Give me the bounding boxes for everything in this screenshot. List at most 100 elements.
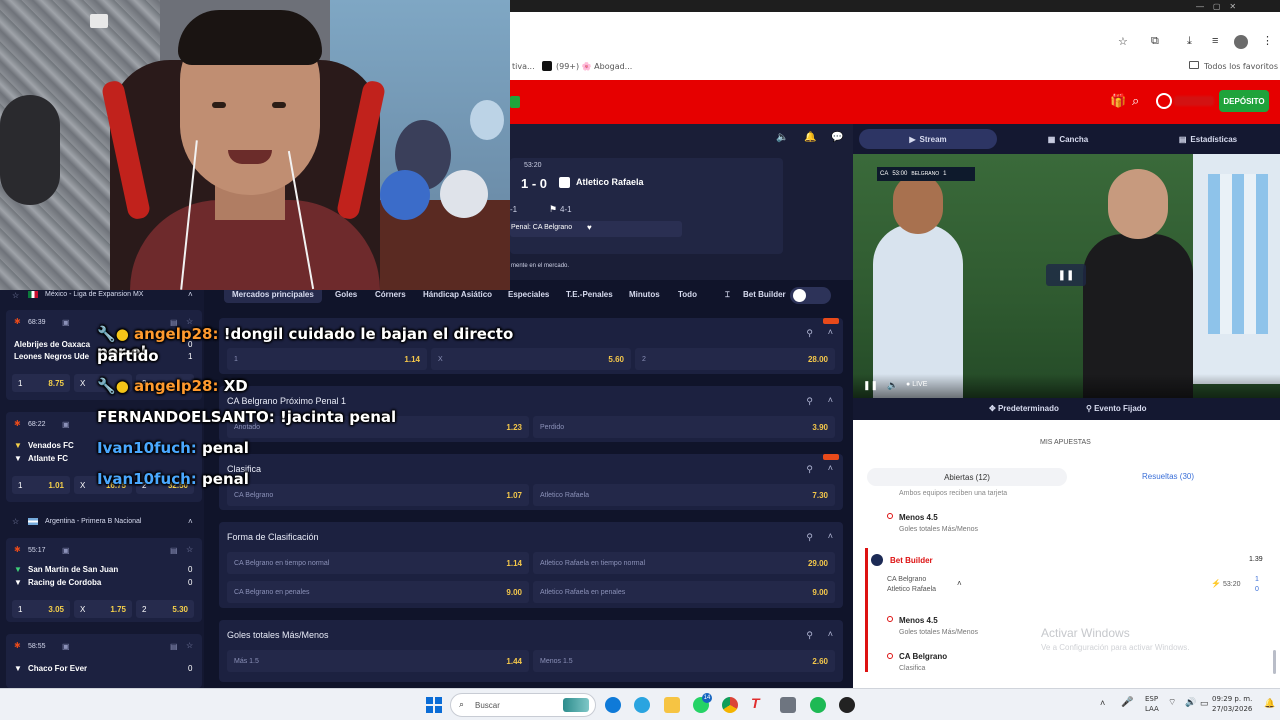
tab-estadisticas[interactable]: ▤ Estadísticas [1143,129,1273,149]
odds-button[interactable]: CA Belgrano en tiempo normal 1.14 [227,552,529,574]
chevron-up-icon[interactable]: ˄ [957,579,962,588]
pin-icon[interactable]: ⚲ [806,464,813,475]
deposit-button[interactable]: DEPÓSITO [1219,90,1269,112]
pin-icon[interactable]: ⚲ [806,532,813,543]
activate-windows-watermark: Activar Windows [1041,626,1130,640]
language-2[interactable]: LAA [1145,705,1159,713]
more-menu-icon[interactable]: ⋮ [1262,34,1273,47]
search-icon[interactable]: ⌕ [1132,93,1139,109]
match-card[interactable]: ✱ 55:17 ▣ ▤ ☆ ▼ San Martin de San Juan ▼… [6,538,202,622]
tab-goles[interactable]: Goles [335,290,357,299]
stats-icon[interactable]: ▤ [170,546,178,555]
chevron-up-icon[interactable]: ˄ [188,517,193,526]
spotify-icon[interactable] [810,697,826,713]
typora-icon[interactable]: T [751,695,760,711]
market-title: Goles totales Más/Menos [227,630,329,640]
referee-head [1108,169,1168,239]
odds-button[interactable]: 2 5.30 [136,600,194,618]
odds-button[interactable]: 1 8.75 [12,374,70,392]
sound-icon[interactable]: 🔈 [776,132,788,143]
download-icon[interactable]: ⤓ [1187,35,1192,48]
bell-icon[interactable]: 🔔 [804,132,816,143]
star-icon[interactable]: ☆ [186,641,193,650]
match-card[interactable]: ✱ 58:55 ▣ ▤ ☆ ▼ Chaco For Ever 0 [6,634,202,688]
windows-start-icon[interactable] [426,697,442,713]
live-video[interactable]: CA 53:00 BELGRANO 1 ❚❚ ❚❚ 🔈 ● LIVE [853,154,1280,398]
chevron-up-icon[interactable]: ˄ [828,463,833,473]
odds-button[interactable]: CA Belgrano en penales 9.00 [227,581,529,603]
scrollbar[interactable] [1273,650,1276,674]
chrome-icon[interactable] [722,697,738,713]
file-explorer-icon[interactable] [664,697,680,713]
reading-list-icon[interactable]: ≡ [1212,35,1218,47]
pin-icon[interactable]: ⚲ [806,396,813,407]
chevron-up-icon[interactable]: ˄ [188,290,193,299]
obs-icon[interactable] [839,697,855,713]
edge-icon[interactable] [605,697,621,713]
odds-button[interactable]: Atletico Rafaela 7.30 [533,484,835,506]
clock-date[interactable]: 27/03/2026 [1212,705,1252,713]
eye [272,102,286,108]
wifi-icon[interactable]: ⌔ [1168,697,1176,708]
extensions-icon[interactable]: ⧉ [1151,35,1159,48]
odds-button[interactable]: Más 1.5 1.44 [227,650,529,672]
tab-cancha[interactable]: ▦ Cancha [1003,129,1133,149]
odds-button[interactable]: Atletico Rafaela en tiempo normal 29.00 [533,552,835,574]
pin-icon[interactable]: ⚲ [806,630,813,641]
pin-icon[interactable]: ⚲ [806,328,813,339]
odds-button[interactable]: X 1.75 [74,600,132,618]
tab-corners[interactable]: Córners [375,290,406,299]
odds-button[interactable]: 2 28.00 [635,348,835,370]
chevron-up-icon[interactable]: ˄ [828,327,833,337]
predeterminado-button[interactable]: ✥ Predeterminado [989,404,1059,413]
bookmark-truncated[interactable]: tiva... [512,62,535,71]
stats-icon[interactable]: ▤ [170,642,178,651]
window-controls[interactable]: — ▢ ✕ [1196,2,1236,11]
tab-minutos[interactable]: Minutos [629,290,660,299]
odds-button[interactable]: Menos 1.5 2.60 [533,650,835,672]
chevron-up-icon[interactable]: ˄ [828,629,833,639]
microphone-icon[interactable]: 🎤 [1121,697,1133,708]
star-icon[interactable]: ☆ [12,291,19,300]
all-favorites-link[interactable]: Todos los favoritos [1204,62,1278,71]
bookmark-item[interactable]: (99+) 🌸 Abogad... [556,62,632,71]
chevron-up-icon[interactable]: ˄ [828,395,833,405]
tab-resolved-bets[interactable]: Resueltas (30) [1093,472,1243,481]
battery-icon[interactable]: ▭ [1200,698,1209,709]
chevron-up-icon[interactable]: ˄ [828,531,833,541]
chat-icon[interactable]: 💬 [831,132,843,143]
odds-button[interactable]: 1 1.01 [12,476,70,494]
odds-button[interactable]: Perdido 3.90 [533,416,835,438]
telegram-icon[interactable] [634,697,650,713]
webcam-feed [0,0,510,290]
tab-handicap[interactable]: Hándicap Asiático [423,290,492,299]
clock-time[interactable]: 09:29 p. m. [1212,695,1252,703]
bet-builder-toggle[interactable] [790,287,831,304]
language-1[interactable]: ESP [1145,695,1158,703]
star-icon[interactable]: ☆ [186,545,193,554]
star-icon[interactable]: ☆ [12,517,19,526]
evento-fijado-button[interactable]: ⚲ Evento Fijado [1086,404,1147,413]
tab-stream[interactable]: ▶ Stream [859,129,997,149]
favorite-star-icon[interactable]: ☆ [1118,35,1128,48]
pause-icon[interactable]: ❚❚ [863,380,878,391]
account-icon[interactable] [1156,93,1172,109]
pause-overlay-button[interactable]: ❚❚ [1046,264,1086,286]
tab-te-penales[interactable]: T.E.-Penales [566,290,613,299]
odds-button[interactable]: 1 3.05 [12,600,70,618]
taskbar-search[interactable]: ⌕ Buscar [450,693,596,717]
profile-avatar[interactable] [1234,35,1248,49]
notification-bell-icon[interactable]: 🔔 [1264,698,1275,709]
odds-button[interactable]: Atletico Rafaela en penales 9.00 [533,581,835,603]
gift-icon[interactable]: 🎁 [1110,93,1126,109]
tab-todo[interactable]: Todo [678,290,697,299]
search-icon: ⌕ [459,699,465,709]
tab-open-bets[interactable]: Abiertas (12) [867,468,1067,486]
stream-tabs: ▶ Stream ▦ Cancha ▤ Estadísticas [853,124,1280,154]
tab-especiales[interactable]: Especiales [508,290,549,299]
odds-button[interactable]: CA Belgrano 1.07 [227,484,529,506]
volume-icon[interactable]: 🔈 [887,380,898,391]
volume-icon[interactable]: 🔊 [1185,697,1196,708]
chevron-up-icon[interactable]: ˄ [1100,698,1105,708]
calculator-icon[interactable] [780,697,796,713]
